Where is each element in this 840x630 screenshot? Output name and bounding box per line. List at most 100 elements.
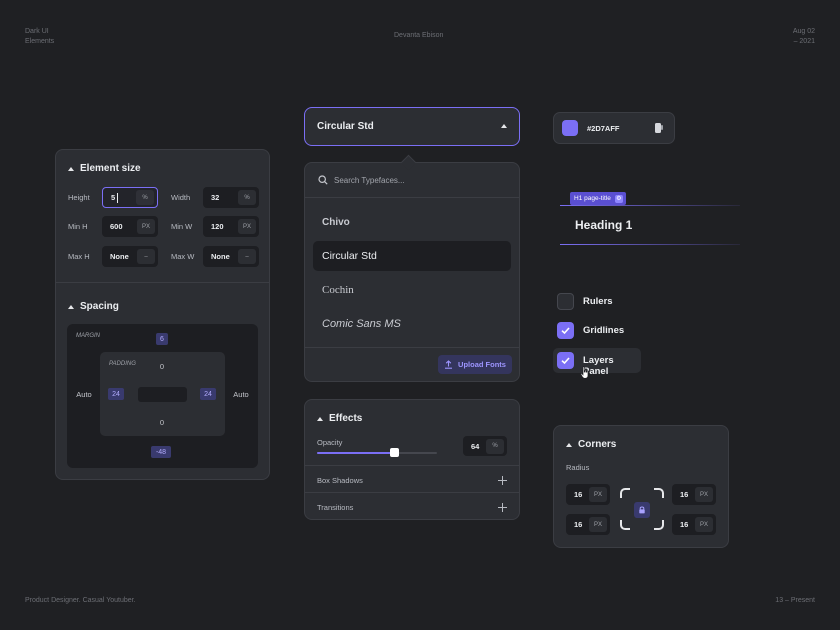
margin-box: MARGIN 6 Auto Auto -48 PADDING 0 24 24 0 [67,324,258,468]
caret-up-icon [501,124,507,128]
min-width-input[interactable]: 120 PX [203,216,259,237]
upload-divider [305,347,519,348]
checkbox-rulers[interactable]: Rulers [557,292,637,312]
margin-right-value[interactable]: Auto [229,390,253,399]
padding-bottom-value[interactable]: 0 [150,418,174,427]
checkmark-icon [561,357,570,365]
min-height-input[interactable]: 600 PX [102,216,158,237]
font-select[interactable]: Circular Std [304,107,520,146]
effects-divider-2 [305,492,519,493]
font-option-chivo[interactable]: Chivo [313,207,511,237]
min-width-value: 120 [211,222,224,231]
width-input[interactable]: 32 % [203,187,259,208]
effects-header[interactable]: Effects [317,413,362,424]
max-height-unit[interactable]: – [137,249,155,264]
color-hex-value: #2D7AFF [587,123,620,133]
radius-unit[interactable]: PX [695,487,713,502]
search-icon [318,175,328,185]
opacity-label: Opacity [317,438,343,447]
radius-unit[interactable]: PX [695,517,713,532]
radius-top-left-value: 16 [574,490,583,499]
gear-icon[interactable]: ⚙ [614,194,623,203]
element-size-title: Element size [80,163,141,174]
max-height-value: None [110,252,129,261]
lock-toggle[interactable] [634,502,650,518]
upload-fonts-button[interactable]: Upload Fonts [438,355,512,374]
radius-top-left-input[interactable]: 16 PX [566,484,610,505]
radius-top-right-input[interactable]: 16 PX [672,484,716,505]
radius-unit[interactable]: PX [589,487,607,502]
spacing-header[interactable]: Spacing [68,301,119,312]
padding-top-value[interactable]: 0 [150,362,174,371]
margin-left-value[interactable]: Auto [72,390,96,399]
width-value: 32 [211,193,220,202]
font-option-label: Chivo [322,216,350,228]
corners-title: Corners [578,439,617,450]
heading-text[interactable]: Heading 1 [575,218,632,232]
radius-unit[interactable]: PX [589,517,607,532]
add-transition-icon[interactable] [498,503,507,512]
gridlines-checkbox[interactable] [557,322,574,339]
height-input[interactable]: 5 % [102,187,158,208]
meta-bottom-left: Product Designer. Casual Youtuber. [25,597,136,604]
font-option-cochin[interactable]: Cochin [313,275,511,305]
section-divider [56,282,269,283]
radius-top-right-value: 16 [680,490,689,499]
font-search-input[interactable]: Search Typefaces... [305,163,519,197]
min-width-label: Min W [171,222,193,231]
radius-bottom-left-input[interactable]: 16 PX [566,514,610,535]
font-option-circular-std[interactable]: Circular Std [313,241,511,271]
checkbox-gridlines[interactable]: Gridlines [557,321,637,341]
gridlines-label: Gridlines [583,325,625,336]
text-cursor-icon [117,193,118,203]
font-option-label: Comic Sans MS [322,318,401,330]
eyedropper-icon[interactable] [653,122,665,134]
max-height-input[interactable]: None – [102,246,158,267]
max-width-unit[interactable]: – [238,249,256,264]
spacing-title: Spacing [80,301,119,312]
padding-left-value[interactable]: 24 [108,388,124,400]
transitions-label: Transitions [317,503,354,512]
element-size-header[interactable]: Element size [68,163,141,174]
heading-guide-top [560,205,740,206]
meta-top-right-line1: Aug 02 [792,28,815,35]
radius-bottom-right-value: 16 [680,520,689,529]
checkbox-layers-panel[interactable]: Layers Panel [553,348,641,377]
opacity-slider[interactable] [317,448,437,457]
min-height-label: Min H [68,222,88,231]
hand-cursor-icon [580,366,589,379]
effects-panel: Effects Opacity 64 % Box Shadows Transit… [304,399,520,520]
corner-top-left-icon [620,488,630,498]
corners-header[interactable]: Corners [566,439,616,450]
add-box-shadow-icon[interactable] [498,476,507,485]
radius-bottom-right-input[interactable]: 16 PX [672,514,716,535]
padding-right-value[interactable]: 24 [200,388,216,400]
meta-top-right: Aug 02 – 2021 [793,27,815,46]
opacity-slider-thumb[interactable] [389,448,399,457]
min-width-unit[interactable]: PX [238,219,256,234]
width-unit[interactable]: % [238,190,256,205]
margin-top-value[interactable]: 6 [156,333,168,345]
height-unit[interactable]: % [136,190,154,205]
corners-panel: Corners Radius 16 PX 16 PX 16 PX 16 PX [553,425,729,548]
width-label: Width [171,193,191,202]
max-width-input[interactable]: None – [203,246,259,267]
rulers-checkbox[interactable] [557,293,574,310]
heading-tag[interactable]: H1 page-title ⚙ [570,192,626,205]
layers-panel-checkbox[interactable] [557,352,574,369]
opacity-value: 64 [471,441,480,451]
meta-top-left: Dark UI Elements [25,27,54,46]
max-height-label: Max H [68,252,90,261]
color-field[interactable]: #2D7AFF [553,112,675,144]
opacity-unit[interactable]: % [486,438,504,454]
corner-top-right-icon [654,488,664,498]
color-swatch[interactable] [562,120,578,136]
margin-bottom-value[interactable]: -48 [151,446,171,458]
font-option-comic-sans[interactable]: Comic Sans MS [313,309,511,339]
rulers-label: Rulers [583,296,613,307]
opacity-input[interactable]: 64 % [463,436,507,456]
caret-up-icon [68,166,74,171]
min-height-unit[interactable]: PX [137,219,155,234]
element-size-panel: Element size Height 5 % Width 32 % Min H… [55,149,270,480]
meta-top-left-line2: Elements [25,37,55,45]
